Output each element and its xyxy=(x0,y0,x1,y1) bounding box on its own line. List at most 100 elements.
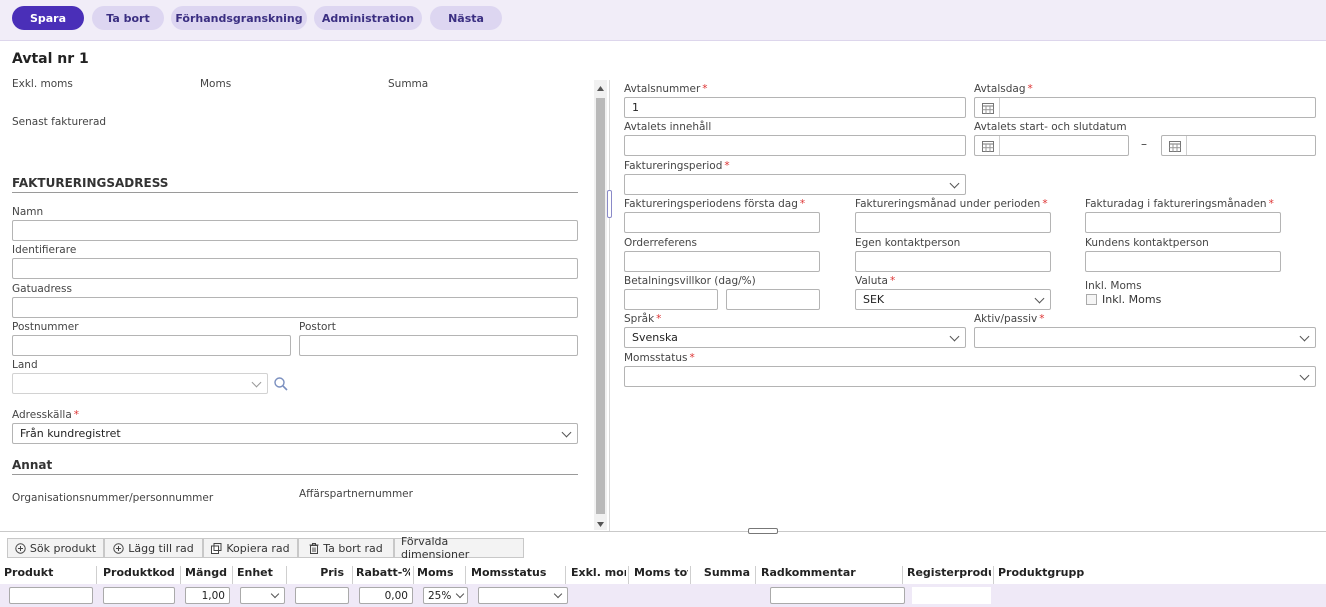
search-product-label: Sök produkt xyxy=(29,541,97,555)
name-label: Namn xyxy=(12,206,44,218)
incl-vat-checkbox[interactable] xyxy=(1086,294,1097,305)
plus-circle-icon xyxy=(113,542,124,554)
period-month-input[interactable] xyxy=(855,212,1051,233)
contract-date-input[interactable] xyxy=(974,97,1316,118)
chevron-down-icon xyxy=(1299,370,1310,381)
period-month-label: Faktureringsmånad under perioden * xyxy=(855,198,1048,210)
copy-row-button[interactable]: Kopiera rad xyxy=(203,538,298,558)
product-code-cell-input[interactable] xyxy=(103,587,175,604)
vat-status-cell-select[interactable] xyxy=(478,587,568,604)
billing-address-title: FAKTURERINGSADRESS xyxy=(12,176,169,190)
delete-row-button[interactable]: Ta bort rad xyxy=(298,538,394,558)
country-select[interactable] xyxy=(12,373,268,394)
invoice-day-label: Fakturadag i faktureringsmånaden * xyxy=(1085,198,1274,210)
contract-number-input[interactable]: 1 xyxy=(624,97,966,118)
splitter-line xyxy=(0,531,1326,532)
unit-cell-select[interactable] xyxy=(240,587,285,604)
col-vat-status[interactable]: Momsstatus xyxy=(471,566,563,579)
scroll-down-icon[interactable] xyxy=(596,518,605,527)
pane-resize-handle[interactable] xyxy=(607,190,612,218)
col-unit[interactable]: Enhet xyxy=(237,566,283,579)
vat-status-text: Momsstatus xyxy=(624,352,688,364)
col-product-group[interactable]: Produktgrupp xyxy=(998,566,1098,579)
col-product[interactable]: Produkt xyxy=(4,566,94,579)
register-product-cell[interactable] xyxy=(912,587,991,604)
postal-code-input[interactable] xyxy=(12,335,291,356)
search-icon[interactable] xyxy=(273,376,289,392)
administration-button[interactable]: Administration xyxy=(314,6,422,30)
street-input[interactable] xyxy=(12,297,578,318)
row-comment-cell-input[interactable] xyxy=(770,587,905,604)
vat-cell-select[interactable]: 25% xyxy=(423,587,468,604)
splitter-handle[interactable] xyxy=(748,528,778,534)
delete-row-label: Ta bort rad xyxy=(323,541,383,555)
end-date-input[interactable] xyxy=(1161,135,1316,156)
col-sum[interactable]: Summa xyxy=(694,566,750,579)
incl-vat-label: Inkl. Moms xyxy=(1085,280,1142,292)
price-cell-input[interactable] xyxy=(295,587,349,604)
save-button[interactable]: Spara xyxy=(12,6,84,30)
identifier-label: Identifierare xyxy=(12,244,77,256)
city-input[interactable] xyxy=(299,335,578,356)
add-row-button[interactable]: Lägg till rad xyxy=(104,538,203,558)
col-separator xyxy=(180,566,181,584)
order-ref-input[interactable] xyxy=(624,251,820,272)
other-divider xyxy=(12,474,578,475)
preview-button[interactable]: Förhandsgranskning xyxy=(171,6,307,30)
col-separator xyxy=(565,566,566,584)
calendar-icon[interactable] xyxy=(982,140,994,152)
calendar-icon[interactable] xyxy=(982,102,994,114)
next-button[interactable]: Nästa xyxy=(430,6,502,30)
contract-number-label: Avtalsnummer * xyxy=(624,83,708,95)
col-separator xyxy=(96,566,97,584)
col-vat[interactable]: Moms xyxy=(417,566,463,579)
currency-select[interactable]: SEK xyxy=(855,289,1051,310)
customer-contact-input[interactable] xyxy=(1085,251,1281,272)
payment-percent-input[interactable] xyxy=(726,289,820,310)
col-excl-vat[interactable]: Exkl. moms xyxy=(571,566,626,579)
left-scrollbar-thumb[interactable] xyxy=(596,98,605,514)
product-cell-input[interactable] xyxy=(9,587,93,604)
start-date-input[interactable] xyxy=(974,135,1129,156)
name-input[interactable] xyxy=(12,220,578,241)
billing-period-select[interactable] xyxy=(624,174,966,195)
scroll-up-icon[interactable] xyxy=(596,83,605,91)
payment-days-input[interactable] xyxy=(624,289,718,310)
address-source-select[interactable]: Från kundregistret xyxy=(12,423,578,444)
incl-vat-checkbox-label[interactable]: Inkl. Moms xyxy=(1102,293,1161,306)
language-text: Språk xyxy=(624,313,655,325)
default-dimensions-button[interactable]: Förvalda dimensioner xyxy=(394,535,524,561)
vat-status-select[interactable] xyxy=(624,366,1316,387)
col-quantity[interactable]: Mängd xyxy=(182,566,227,579)
postal-code-label: Postnummer xyxy=(12,321,79,333)
col-separator xyxy=(286,566,287,584)
col-register-product[interactable]: Registerprodukt xyxy=(907,566,991,579)
col-separator xyxy=(902,566,903,584)
language-select[interactable]: Svenska xyxy=(624,327,966,348)
col-separator xyxy=(465,566,466,584)
col-price[interactable]: Pris xyxy=(290,566,344,579)
add-row-label: Lägg till rad xyxy=(128,541,194,555)
contract-number-value: 1 xyxy=(632,101,639,114)
search-product-button[interactable]: Sök produkt xyxy=(7,538,104,558)
contract-content-input[interactable] xyxy=(624,135,966,156)
discount-cell-input[interactable]: 0,00 xyxy=(359,587,413,604)
calendar-icon[interactable] xyxy=(1169,140,1181,152)
currency-value: SEK xyxy=(863,293,885,306)
col-vat-total[interactable]: Moms tota xyxy=(634,566,688,579)
period-first-day-input[interactable] xyxy=(624,212,820,233)
identifier-input[interactable] xyxy=(12,258,578,279)
quantity-cell-input[interactable]: 1,00 xyxy=(185,587,230,604)
invoice-day-input[interactable] xyxy=(1085,212,1281,233)
payment-terms-label: Betalningsvillkor (dag/%) xyxy=(624,275,756,287)
own-contact-input[interactable] xyxy=(855,251,1051,272)
period-first-day-text: Faktureringsperiodens första dag xyxy=(624,198,798,210)
language-value: Svenska xyxy=(632,331,678,344)
chevron-down-icon xyxy=(251,377,262,388)
invoice-day-text: Fakturadag i faktureringsmånaden xyxy=(1085,198,1267,210)
col-row-comment[interactable]: Radkommentar xyxy=(761,566,899,579)
active-passive-select[interactable] xyxy=(974,327,1316,348)
col-discount[interactable]: Rabatt-% xyxy=(356,566,410,579)
delete-button[interactable]: Ta bort xyxy=(92,6,164,30)
col-product-code[interactable]: Produktkod xyxy=(103,566,178,579)
